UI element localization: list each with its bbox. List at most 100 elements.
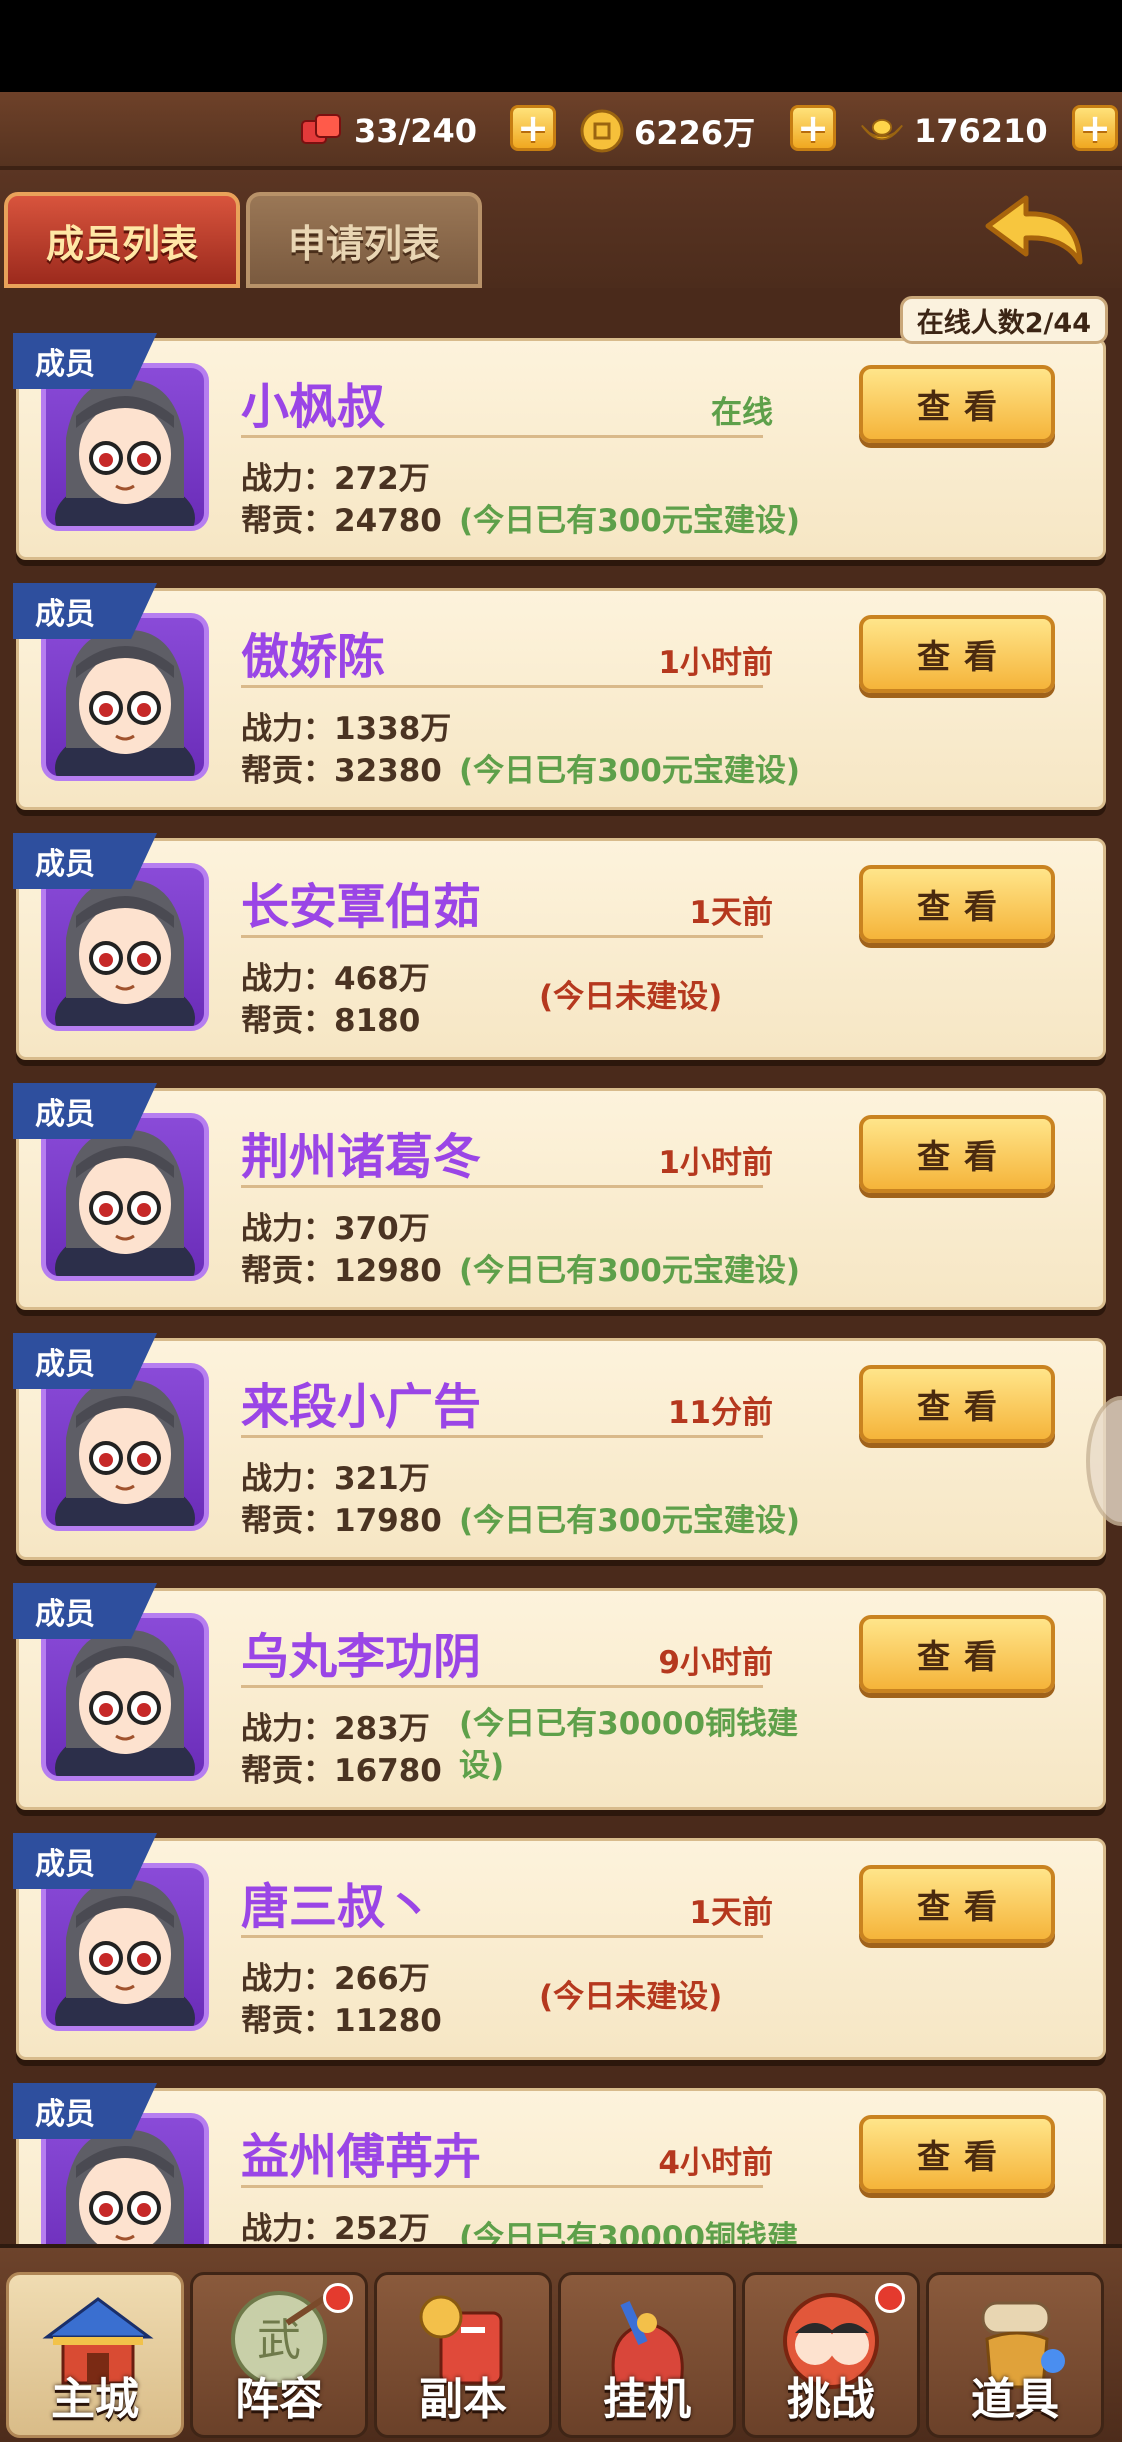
- nav-main-city[interactable]: 主城: [6, 2272, 184, 2438]
- member-status: 1天前: [689, 1895, 773, 1931]
- add-stamina-button[interactable]: +: [510, 105, 556, 151]
- contribution-value: 12980: [334, 1253, 442, 1289]
- power-row: 战力：272万: [241, 461, 430, 497]
- power-value: 468万: [334, 961, 430, 997]
- member-name: 小枫叔: [241, 379, 386, 435]
- power-row: 战力：252万: [241, 2203, 430, 2244]
- power-row: 战力：283万: [241, 1711, 430, 1747]
- member-name: 长安覃伯茹: [241, 879, 482, 935]
- build-note: (今日已有300元宝建设): [459, 503, 801, 539]
- power-value: 321万: [334, 1461, 430, 1497]
- power-value: 252万: [334, 2211, 430, 2244]
- member-card: 成员 小枫叔 在线 战力：272万 帮贡：24780 (今日已有300元宝建设)…: [13, 333, 1106, 560]
- contribution-row: 帮贡：17980: [241, 1503, 442, 1539]
- power-row: 战力：468万: [241, 961, 430, 997]
- notification-dot: [323, 2283, 353, 2313]
- member-name: 唐三叔丶: [241, 1879, 434, 1935]
- member-card: 成员 乌丸李功阴 9小时前 战力：283万 帮贡：16780 (今日已有3000…: [13, 1583, 1106, 1810]
- power-value: 266万: [334, 1961, 430, 1997]
- member-status: 4小时前: [658, 2145, 773, 2181]
- member-status: 在线: [711, 395, 773, 431]
- contribution-value: 17980: [334, 1503, 442, 1539]
- member-card: 成员 长安覃伯茹 1天前 战力：468万 帮贡：8180 (今日未建设) 查看: [13, 833, 1106, 1060]
- power-value: 370万: [334, 1211, 430, 1247]
- view-button[interactable]: 查看: [859, 1615, 1055, 1693]
- divider: [241, 2185, 763, 2188]
- nav-items[interactable]: 道具: [926, 2272, 1104, 2438]
- member-name: 荆州诸葛冬: [241, 1129, 482, 1185]
- power-value: 283万: [334, 1711, 430, 1747]
- build-note: (今日已有300元宝建设): [459, 1503, 801, 1539]
- divider: [241, 1435, 763, 1438]
- build-note: (今日已有300元宝建设): [459, 753, 801, 789]
- view-button[interactable]: 查看: [859, 1115, 1055, 1193]
- contribution-row: 帮贡：12980: [241, 1253, 442, 1289]
- member-status: 1天前: [689, 895, 773, 931]
- nav-dungeon[interactable]: 副本: [374, 2272, 552, 2438]
- coin-icon: [580, 109, 624, 153]
- member-status: 11分前: [667, 1395, 773, 1431]
- member-name: 益州傅苒卉: [241, 2129, 482, 2185]
- member-name: 傲娇陈: [241, 629, 386, 685]
- member-status: 1小时前: [658, 1145, 773, 1181]
- gold-ingot-icon: [860, 109, 904, 153]
- contribution-row: 帮贡：8180: [241, 1003, 421, 1039]
- view-button[interactable]: 查看: [859, 1365, 1055, 1443]
- member-status: 1小时前: [658, 645, 773, 681]
- stamina-resource: 33/240: [300, 106, 477, 156]
- member-list[interactable]: 在线人数2/44 成员 小枫叔 在线 战力：272万 帮贡：24780 (今日已…: [0, 288, 1122, 2244]
- online-count: 在线人数2/44: [899, 296, 1108, 344]
- contribution-row: 帮贡：16780: [241, 1753, 442, 1789]
- contribution-value: 8180: [334, 1003, 421, 1039]
- svg-text:武: 武: [257, 2315, 301, 2366]
- nav-idle[interactable]: 挂机: [558, 2272, 736, 2438]
- member-card: 成员 荆州诸葛冬 1小时前 战力：370万 帮贡：12980 (今日已有300元…: [13, 1083, 1106, 1310]
- view-button[interactable]: 查看: [859, 1865, 1055, 1943]
- power-value: 1338万: [334, 711, 452, 747]
- tab-application-list[interactable]: 申请列表: [246, 192, 482, 288]
- nav-lineup[interactable]: 武 阵容: [190, 2272, 368, 2438]
- member-card: 成员 唐三叔丶 1天前 战力：266万 帮贡：11280 (今日未建设) 查看: [13, 1833, 1106, 2060]
- member-status: 9小时前: [658, 1645, 773, 1681]
- build-note: (今日已有300元宝建设): [459, 1253, 801, 1289]
- build-note: (今日已有30000铜钱建设): [459, 1706, 799, 1784]
- divider: [241, 1935, 763, 1938]
- add-ingot-button[interactable]: +: [1072, 105, 1118, 151]
- contribution-value: 24780: [334, 503, 442, 539]
- contribution-value: 11280: [334, 2003, 442, 2039]
- power-row: 战力：370万: [241, 1211, 430, 1247]
- back-arrow-icon[interactable]: [980, 192, 1088, 274]
- member-name: 来段小广告: [241, 1379, 482, 1435]
- divider: [241, 435, 763, 438]
- contribution-row: 帮贡：24780: [241, 503, 442, 539]
- divider: [241, 1185, 763, 1188]
- power-value: 272万: [334, 461, 430, 497]
- power-row: 战力：266万: [241, 1961, 430, 1997]
- contribution-value: 16780: [334, 1753, 442, 1789]
- divider: [241, 935, 763, 938]
- tab-member-list[interactable]: 成员列表: [4, 192, 240, 288]
- divider: [241, 685, 763, 688]
- view-button[interactable]: 查看: [859, 2115, 1055, 2193]
- ingot-resource: 176210: [860, 106, 1048, 156]
- view-button[interactable]: 查看: [859, 365, 1055, 443]
- power-row: 战力：321万: [241, 1461, 430, 1497]
- nav-challenge[interactable]: 挑战: [742, 2272, 920, 2438]
- divider: [241, 1685, 763, 1688]
- build-note: (今日未建设): [539, 1979, 723, 2015]
- coin-resource: 6226万: [580, 106, 755, 156]
- member-card: 成员 傲娇陈 1小时前 战力：1338万 帮贡：32380 (今日已有300元宝…: [13, 583, 1106, 810]
- bottom-nav: 主城 武 阵容 副本 挂机 挑战 道具: [0, 2244, 1122, 2442]
- stamina-icon: [300, 109, 344, 153]
- tab-row: 成员列表 申请列表: [0, 170, 1122, 288]
- build-note: (今日未建设): [539, 979, 723, 1015]
- add-coin-button[interactable]: +: [790, 105, 836, 151]
- contribution-row: 帮贡：32380: [241, 753, 442, 789]
- notification-dot: [875, 2283, 905, 2313]
- member-card: 成员 益州傅苒卉 4小时前 战力：252万 帮贡： (今日已有30000铜钱建设…: [13, 2083, 1106, 2244]
- build-note: (今日已有30000铜钱建设): [459, 2220, 799, 2244]
- member-card: 成员 来段小广告 11分前 战力：321万 帮贡：17980 (今日已有300元…: [13, 1333, 1106, 1560]
- view-button[interactable]: 查看: [859, 615, 1055, 693]
- contribution-row: 帮贡：11280: [241, 2003, 442, 2039]
- view-button[interactable]: 查看: [859, 865, 1055, 943]
